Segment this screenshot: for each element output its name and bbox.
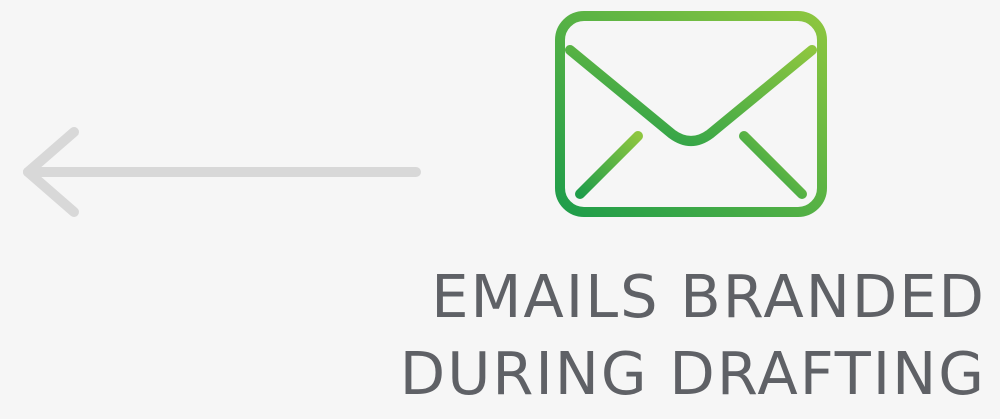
- caption: EMAILS BRANDED DURING DRAFTING: [346, 258, 986, 412]
- caption-line-2: DURING DRAFTING: [399, 339, 986, 408]
- envelope-icon: [552, 8, 830, 220]
- caption-line-1: EMAILS BRANDED: [431, 262, 986, 331]
- left-arrow-icon: [18, 122, 428, 222]
